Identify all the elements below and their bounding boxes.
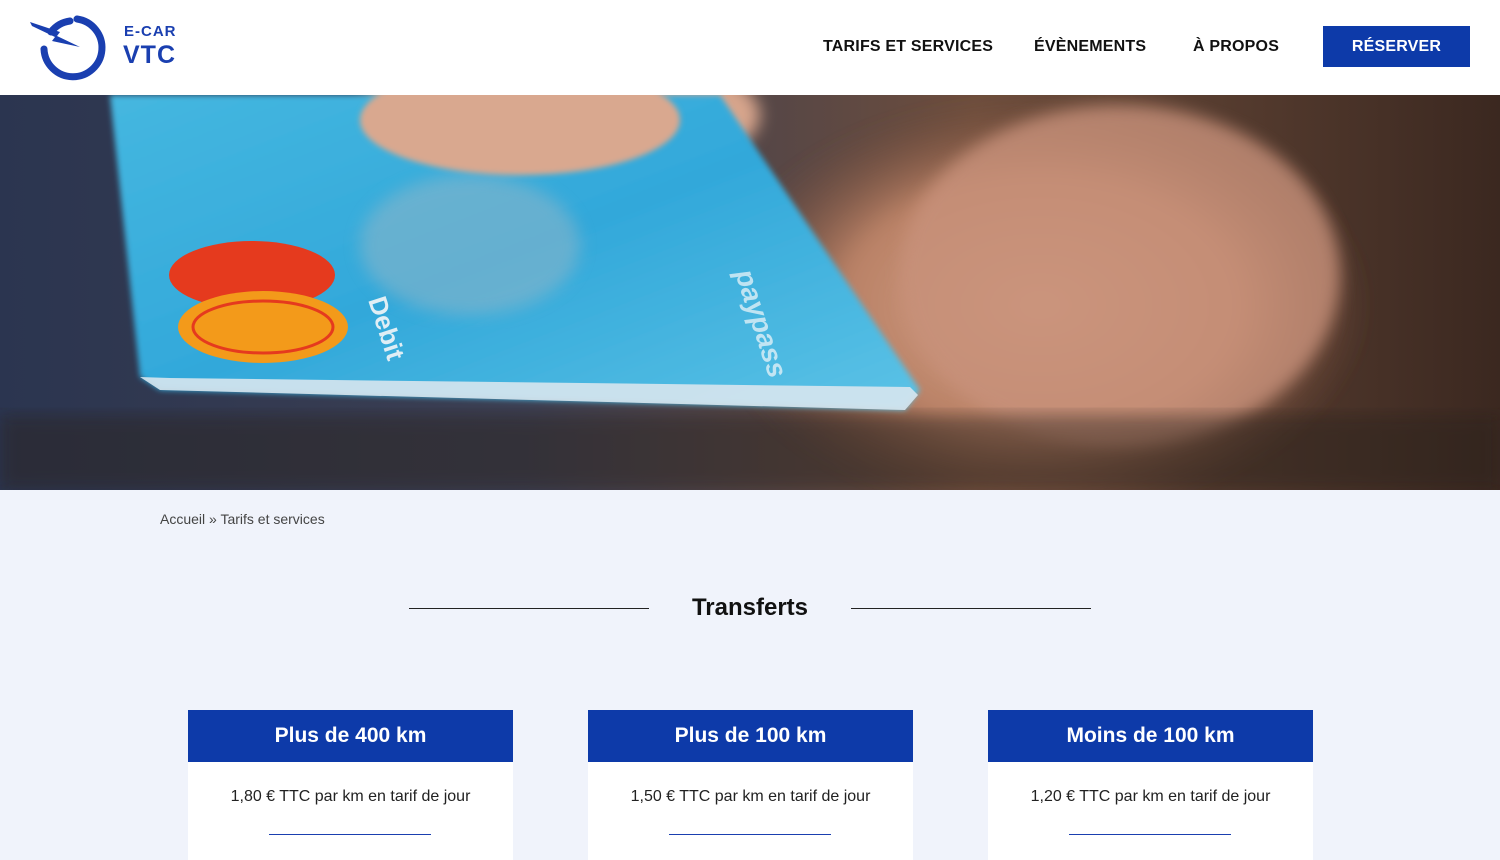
price-card-divider <box>269 834 431 835</box>
nav-a-propos[interactable]: À PROPOS <box>1193 38 1279 56</box>
nav-evenements[interactable]: ÉVÈNEMENTS <box>1034 38 1146 56</box>
title-rule-right <box>851 608 1091 609</box>
site-header: E-CAR VTC TARIFS ET SERVICES ÉVÈNEMENTS … <box>0 0 1500 95</box>
price-card-rate: 1,50 € TTC par km en tarif de jour <box>630 788 871 805</box>
breadcrumb: Accueil » Tarifs et services <box>160 511 325 527</box>
price-card-rate: 1,20 € TTC par km en tarif de jour <box>1030 788 1271 805</box>
logo-emblem-icon <box>30 15 106 81</box>
breadcrumb-separator: » <box>205 511 221 527</box>
logo-text-bottom: VTC <box>123 41 176 69</box>
price-card-title: Moins de 100 km <box>988 710 1313 762</box>
price-card-100-plus: Plus de 100 km 1,50 € TTC par km en tari… <box>588 710 913 860</box>
price-card-title: Plus de 100 km <box>588 710 913 762</box>
price-card-400: Plus de 400 km 1,80 € TTC par km en tari… <box>188 710 513 860</box>
nav-tarifs-services[interactable]: TARIFS ET SERVICES <box>823 38 993 56</box>
breadcrumb-home[interactable]: Accueil <box>160 511 205 527</box>
price-card-divider <box>669 834 831 835</box>
hero-image: Debit paypass <box>0 95 1500 490</box>
price-card-title: Plus de 400 km <box>188 710 513 762</box>
logo-text-top: E-CAR <box>124 23 177 40</box>
reserve-button[interactable]: RÉSERVER <box>1323 26 1470 67</box>
price-card-rate: 1,80 € TTC par km en tarif de jour <box>230 788 471 805</box>
breadcrumb-current: Tarifs et services <box>220 511 325 527</box>
price-card-100-minus: Moins de 100 km 1,20 € TTC par km en tar… <box>988 710 1313 860</box>
hero-card-photo: Debit paypass <box>0 95 1500 490</box>
section-heading: Transferts <box>409 590 1091 630</box>
price-card-divider <box>1069 834 1231 835</box>
site-logo[interactable]: E-CAR VTC <box>30 12 190 82</box>
